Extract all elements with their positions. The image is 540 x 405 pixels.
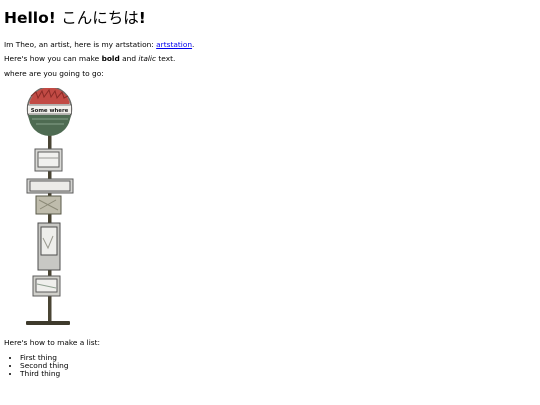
artstation-link[interactable]: artstation xyxy=(156,40,192,49)
pole-box-3 xyxy=(35,195,62,215)
italic-text: italic xyxy=(138,54,157,64)
formatting-end: text. xyxy=(156,54,176,64)
intro-paragraph: Im Theo, an artist, here is my artstatio… xyxy=(4,39,536,50)
question-paragraph: where are you going to go: xyxy=(4,69,104,79)
signpost-illustration: Some where xyxy=(26,88,74,325)
formatting-text: Here's how you can make xyxy=(4,54,102,64)
list-item: Third thing xyxy=(20,370,69,378)
title-japanese: こんにちは xyxy=(61,9,139,27)
bold-text: bold xyxy=(101,54,120,64)
pole-box-1 xyxy=(34,148,63,172)
intro-text: Im Theo, an artist, here is my artstatio… xyxy=(4,39,157,49)
example-list: First thing Second thing Third thing xyxy=(4,353,69,379)
title-bang: ! xyxy=(138,9,146,27)
sign-text: Some where xyxy=(31,108,69,114)
formatting-paragraph: Here's how you can make bold and italic … xyxy=(4,55,536,64)
page: Hello! こんにちは! Im Theo, an artist, here i… xyxy=(0,0,540,79)
intro-period: . xyxy=(192,39,195,49)
pole-box-2 xyxy=(26,178,74,194)
title-hello: Hello! xyxy=(4,9,56,27)
page-title: Hello! こんにちは! xyxy=(4,0,536,28)
pole-box-4 xyxy=(37,222,61,271)
formatting-and: and xyxy=(119,54,139,64)
signpost-base xyxy=(26,321,70,325)
pole-box-5 xyxy=(32,275,61,297)
list-intro: Here's how to make a list: xyxy=(4,338,100,347)
sign-green-band xyxy=(28,115,71,136)
